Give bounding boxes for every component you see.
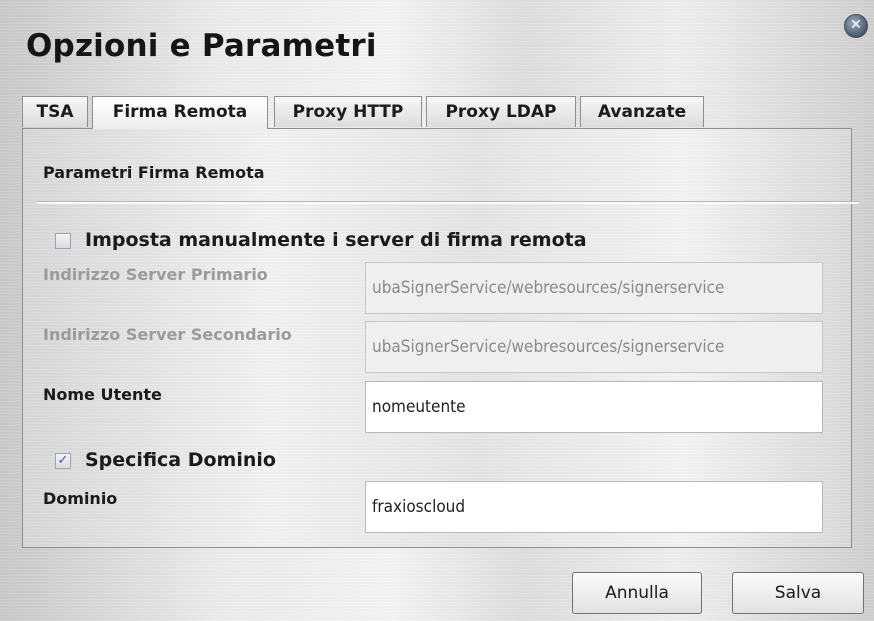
domain-label: Dominio — [43, 489, 118, 508]
section-divider — [37, 201, 859, 204]
specify-domain-checkbox[interactable]: ✓ — [55, 453, 71, 469]
tab-proxy-http[interactable]: Proxy HTTP — [274, 96, 422, 127]
remote-signature-panel: Parametri Firma Remota Imposta manualmen… — [22, 128, 859, 548]
primary-server-label: Indirizzo Server Primario — [43, 265, 268, 284]
tab-firma-remota[interactable]: Firma Remota — [92, 96, 268, 129]
domain-input[interactable]: fraxioscloud — [365, 481, 823, 533]
close-icon[interactable]: ✕ — [844, 14, 868, 38]
username-input[interactable]: nomeutente — [365, 381, 823, 433]
secondary-server-label: Indirizzo Server Secondario — [43, 325, 292, 344]
save-button[interactable]: Salva — [732, 572, 864, 614]
primary-server-input[interactable]: ubaSignerService/webresources/signerserv… — [365, 262, 823, 314]
tab-tsa[interactable]: TSA — [22, 96, 88, 127]
tab-proxy-ldap[interactable]: Proxy LDAP — [426, 96, 576, 127]
tab-avanzate[interactable]: Avanzate — [580, 96, 704, 127]
specify-domain-label: Specifica Dominio — [85, 449, 276, 471]
manual-servers-checkbox[interactable] — [55, 233, 71, 249]
manual-servers-label: Imposta manualmente i server di firma re… — [85, 229, 587, 251]
window-title: Opzioni e Parametri — [26, 28, 377, 64]
section-title: Parametri Firma Remota — [43, 163, 265, 182]
cancel-button[interactable]: Annulla — [572, 572, 702, 614]
window-title-bar: Opzioni e Parametri ✕ — [0, 0, 874, 96]
secondary-server-input[interactable]: ubaSignerService/webresources/signerserv… — [365, 321, 823, 373]
username-label: Nome Utente — [43, 385, 162, 404]
